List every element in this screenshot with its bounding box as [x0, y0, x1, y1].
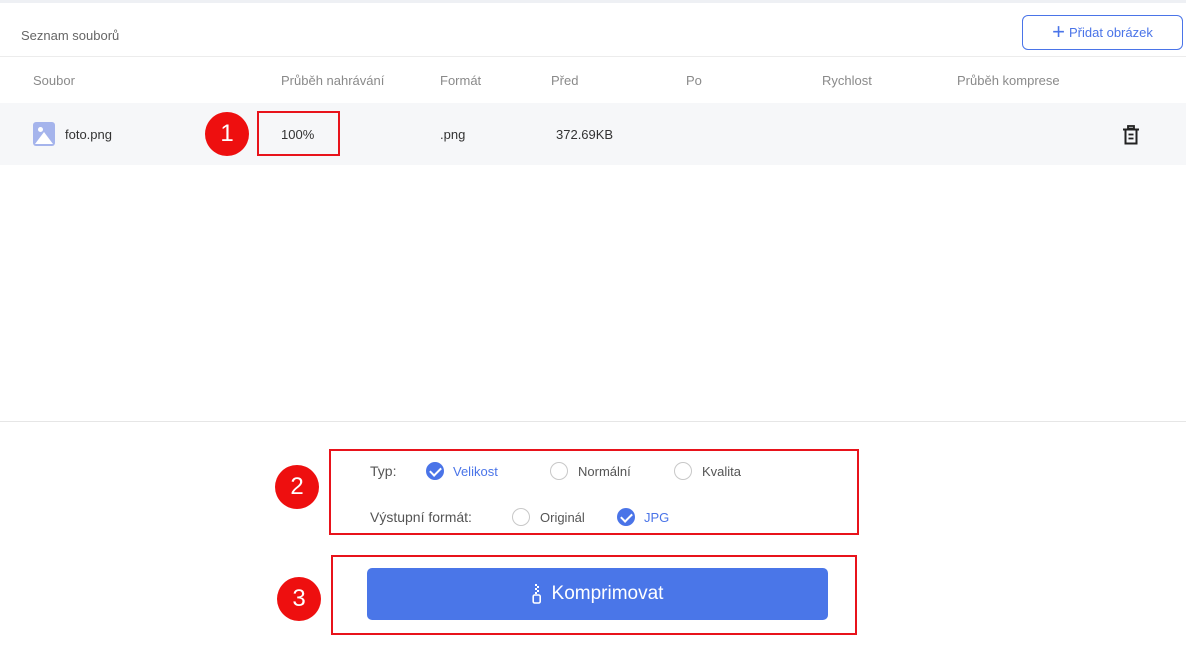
file-list-title: Seznam souborů	[21, 28, 120, 43]
table-header: Soubor Průběh nahrávání Formát Před Po R…	[0, 57, 1186, 103]
radio-format-jpg-label[interactable]: JPG	[644, 510, 669, 525]
trash-icon[interactable]	[1122, 125, 1140, 145]
add-image-button[interactable]: + Přidat obrázek	[1022, 15, 1183, 50]
column-header-format: Formát	[440, 73, 482, 88]
file-size-before: 372.69KB	[556, 127, 614, 142]
annotation-box-1	[257, 111, 340, 156]
column-header-file: Soubor	[33, 73, 75, 88]
radio-type-size-label[interactable]: Velikost	[453, 464, 498, 479]
table-row: foto.png 100% .png 372.69KB	[0, 103, 1186, 165]
annotation-badge-3: 3	[277, 577, 321, 621]
radio-type-size[interactable]	[426, 462, 444, 480]
radio-type-normal-label[interactable]: Normální	[578, 464, 631, 479]
type-label: Typ:	[370, 463, 397, 479]
annotation-badge-2: 2	[275, 465, 319, 509]
plus-icon: +	[1052, 18, 1066, 44]
column-header-compress-progress: Průběh komprese	[957, 73, 1060, 88]
add-image-label: Přidat obrázek	[1069, 25, 1153, 40]
column-header-before: Před	[551, 73, 579, 88]
output-format-label: Výstupní formát:	[370, 509, 472, 525]
annotation-badge-1: 1	[205, 112, 249, 156]
column-header-upload-progress: Průběh nahrávání	[281, 73, 385, 88]
radio-format-jpg[interactable]	[617, 508, 635, 526]
divider	[0, 421, 1186, 422]
column-header-speed: Rychlost	[822, 73, 872, 88]
radio-type-normal[interactable]	[550, 462, 568, 480]
file-list-header: Seznam souborů + Přidat obrázek	[0, 3, 1186, 57]
radio-format-original-label[interactable]: Originál	[540, 510, 585, 525]
compress-button[interactable]: Komprimovat	[367, 568, 828, 620]
zip-icon	[531, 584, 541, 604]
radio-format-original[interactable]	[512, 508, 530, 526]
image-file-icon	[33, 122, 55, 146]
column-header-after: Po	[686, 73, 702, 88]
compress-button-label: Komprimovat	[551, 583, 664, 604]
radio-type-quality-label[interactable]: Kvalita	[702, 464, 741, 479]
radio-type-quality[interactable]	[674, 462, 692, 480]
file-name: foto.png	[65, 127, 112, 142]
file-format: .png	[440, 127, 466, 142]
